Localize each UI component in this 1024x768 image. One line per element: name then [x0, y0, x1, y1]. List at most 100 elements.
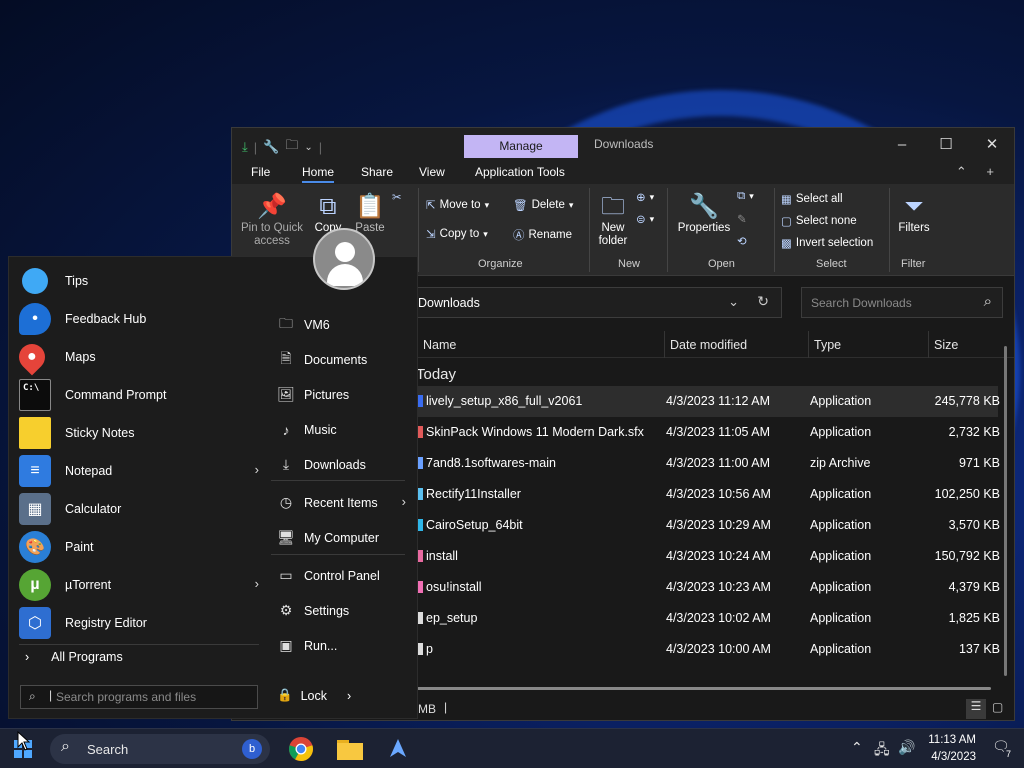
start-search-input[interactable]: ⌕ | Search programs and files — [20, 685, 258, 709]
file-date: 4/3/2023 10:24 AM — [666, 549, 771, 563]
edit-button[interactable]: ✎ — [737, 212, 747, 226]
delete-button[interactable]: 🗑 Delete ▾ — [513, 198, 573, 212]
new-item-button[interactable]: ⊕ ▾ — [636, 190, 654, 205]
app-maps[interactable]: ● Maps — [13, 338, 259, 376]
place-my-computer[interactable]: 🖥 My Computer — [276, 520, 406, 555]
place-settings[interactable]: ⚙ Settings — [276, 593, 406, 628]
file-row[interactable]: install 4/3/2023 10:24 AM Application 150,7… — [412, 541, 1000, 572]
open-button[interactable]: ⧉ ▾ — [737, 190, 754, 203]
place-music[interactable]: ♪ Music — [276, 412, 406, 447]
place-run[interactable]: ▣ Run... — [276, 628, 406, 663]
tab-manage[interactable]: Manage — [464, 135, 578, 158]
app-command-prompt[interactable]: C:\ Command Prompt — [19, 376, 259, 414]
easy-access-button[interactable]: ⊜ ▾ — [636, 212, 654, 227]
app-paint[interactable]: 🎨 Paint — [19, 528, 259, 566]
chevron-right-icon[interactable]: › — [255, 462, 259, 477]
tab-share[interactable]: Share — [361, 165, 393, 179]
properties-button[interactable]: 🔧 Properties — [676, 192, 732, 235]
place-control-panel[interactable]: ▭ Control Panel — [276, 558, 406, 593]
file-row[interactable]: ep_setup 4/3/2023 10:02 AM Application 1,82… — [412, 603, 1000, 634]
file-row[interactable]: 7and8.1softwares-main 4/3/2023 11:00 AM zi… — [412, 448, 1000, 479]
history-button[interactable]: ⟲ — [737, 234, 747, 248]
horizontal-scrollbar[interactable] — [417, 687, 991, 690]
file-row[interactable]: lively_setup_x86_full_v2061 4/3/2023 11:1… — [412, 386, 1000, 417]
app-calculator[interactable]: ▦ Calculator — [19, 490, 259, 528]
taskbar-search[interactable]: ⌕ Search b — [50, 734, 270, 764]
app-taskbar-button[interactable] — [381, 733, 415, 765]
place-downloads[interactable]: ⤓ Downloads — [276, 447, 406, 482]
speaker-icon[interactable]: 🔊 — [898, 739, 915, 756]
new-folder-quick-icon[interactable]: 🗀 — [285, 136, 298, 158]
address-bar[interactable]: Downloads ⌄ ↻ — [407, 287, 782, 318]
file-name: ep_setup — [426, 611, 478, 625]
file-row[interactable]: Rectify11Installer 4/3/2023 10:56 AM Appli… — [412, 479, 1000, 510]
maximize-button[interactable]: ☐ — [923, 134, 969, 156]
column-date-modified[interactable]: Date modified — [670, 338, 747, 352]
file-row[interactable]: SkinPack Windows 11 Modern Dark.sfx 4/3/2… — [412, 417, 1000, 448]
tab-view[interactable]: View — [419, 165, 445, 179]
move-to-button[interactable]: ⇱ Move to ▾ — [426, 198, 489, 212]
place-pictures[interactable]: 🖼 Pictures — [276, 377, 406, 412]
file-row[interactable]: osu!install 4/3/2023 10:23 AM Application 4… — [412, 572, 1000, 603]
chevron-right-icon[interactable]: › — [347, 689, 351, 703]
app-sticky-notes[interactable]: Sticky Notes — [19, 414, 259, 452]
place-label: Recent Items — [304, 495, 378, 510]
ribbon-collapse-icon[interactable]: ⌃ + — [956, 164, 1002, 180]
place-recent-items[interactable]: ◷ Recent Items › — [276, 485, 406, 520]
vertical-scrollbar[interactable] — [1004, 346, 1007, 676]
group-header-today[interactable]: Today — [416, 366, 456, 383]
file-row[interactable]: CairoSetup_64bit 4/3/2023 10:29 AM Applica… — [412, 510, 1000, 541]
select-none-button[interactable]: ▢ Select none — [781, 214, 857, 228]
new-folder-button[interactable]: 🗀 New folder — [595, 192, 631, 248]
search-downloads-input[interactable]: Search Downloads ⌕ — [801, 287, 1003, 318]
app-tips[interactable]: Tips — [19, 262, 259, 300]
tab-application-tools[interactable]: Application Tools — [475, 165, 565, 179]
network-icon[interactable]: 🖧 — [874, 739, 890, 763]
app-feedback-hub[interactable]: • Feedback Hub — [19, 300, 259, 338]
all-programs-button[interactable]: › All Programs — [25, 650, 123, 664]
refresh-icon[interactable]: ↻ — [757, 293, 769, 310]
minimize-button[interactable]: – — [879, 134, 925, 156]
bing-icon[interactable]: b — [242, 739, 262, 759]
chevron-down-icon[interactable]: ⌄ — [728, 294, 739, 310]
column-divider[interactable] — [664, 331, 665, 358]
cut-button[interactable]: ✂ — [392, 190, 402, 204]
pin-quick-access-button[interactable]: 📌 Pin to Quick access — [238, 192, 306, 248]
chevron-right-icon[interactable]: › — [402, 494, 406, 509]
clock-date: 4/3/2023 — [931, 751, 976, 763]
tab-file[interactable]: File — [251, 165, 270, 179]
app-registry-editor[interactable]: ⬡ Registry Editor — [19, 604, 259, 642]
chevron-up-icon[interactable]: ⌃ — [851, 739, 863, 756]
large-icons-view-icon[interactable]: ▢ — [992, 700, 1003, 714]
column-type[interactable]: Type — [814, 338, 841, 352]
column-divider[interactable] — [808, 331, 809, 358]
file-row[interactable]: p 4/3/2023 10:00 AM Application 137 KB — [412, 634, 1000, 665]
column-name[interactable]: Name — [423, 338, 456, 352]
chrome-taskbar-button[interactable] — [284, 733, 318, 765]
lock-button[interactable]: 🔒 Lock › — [277, 688, 351, 703]
column-divider[interactable] — [928, 331, 929, 358]
customize-chevron-icon[interactable]: ⌄ — [304, 142, 312, 153]
filters-button[interactable]: ⏷ Filters — [894, 192, 934, 235]
details-view-icon[interactable]: ☰ — [966, 699, 986, 719]
copy-to-button[interactable]: ⇲ Copy to ▾ — [426, 227, 488, 241]
app-notepad[interactable]: ≡ Notepad › — [19, 452, 259, 490]
user-avatar[interactable] — [313, 228, 375, 290]
paste-button[interactable]: 📋 Paste — [352, 192, 388, 235]
ribbon-divider — [889, 188, 890, 272]
place-documents[interactable]: 🗎 Documents — [276, 342, 406, 377]
properties-quick-icon[interactable]: 🔧 — [263, 139, 279, 155]
app-utorrent[interactable]: µ µTorrent › — [19, 566, 259, 604]
place-label: Pictures — [304, 387, 350, 402]
file-explorer-taskbar-button[interactable] — [333, 733, 367, 765]
close-button[interactable]: ✕ — [969, 134, 1015, 156]
invert-selection-button[interactable]: ▩ Invert selection — [781, 236, 873, 250]
place-vm6[interactable]: 🗀 VM6 — [276, 307, 406, 342]
column-size[interactable]: Size — [934, 338, 958, 352]
select-all-button[interactable]: ▦ Select all — [781, 192, 843, 206]
rename-button[interactable]: Ⓐ Rename — [513, 227, 572, 243]
tab-home[interactable]: Home — [302, 165, 335, 183]
chevron-right-icon[interactable]: › — [255, 576, 259, 591]
clock[interactable]: 11:13 AM 4/3/2023 — [920, 732, 976, 766]
file-size: 102,250 KB — [934, 487, 1000, 501]
